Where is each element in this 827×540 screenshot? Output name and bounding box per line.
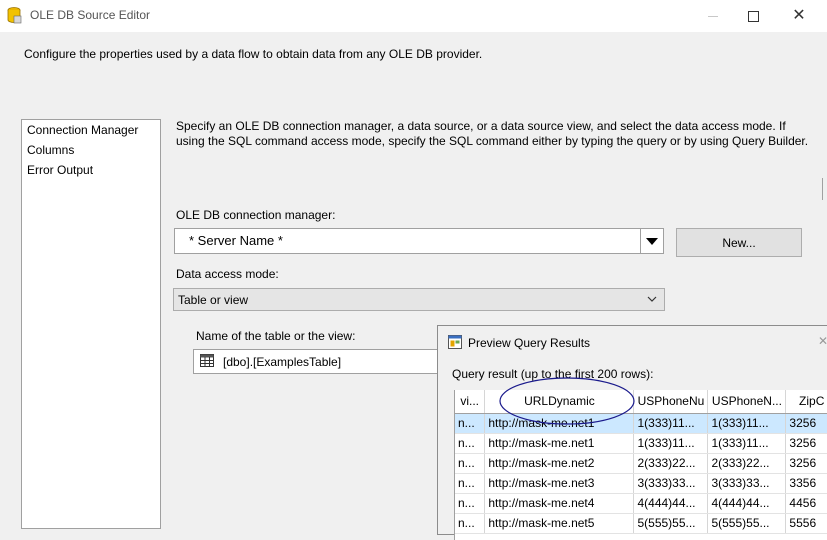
maximize-icon [747, 10, 759, 22]
annotation-ellipse [499, 377, 635, 425]
table-cell: 3256 [785, 453, 827, 474]
connection-dropdown-button[interactable] [640, 229, 663, 253]
connection-manager-value: * Server Name * [189, 233, 283, 248]
dropdown-arrow-icon [646, 237, 658, 245]
table-cell: n... [455, 513, 486, 534]
chevron-down-icon [647, 296, 657, 302]
table-cell: 4(444)44... [707, 493, 787, 514]
table-name-value: [dbo].[ExamplesTable] [223, 355, 342, 369]
close-icon: ✕ [792, 7, 806, 24]
editor-description: Configure the properties used by a data … [24, 47, 483, 61]
table-cell: 3256 [785, 433, 827, 454]
table-row[interactable]: n... http://mask-me.net2 2(333)22... 2(333)… [455, 453, 827, 474]
preview-query-results-dialog: Preview Query Results ✕ Query result (up… [437, 325, 827, 540]
close-icon: ✕ [818, 334, 827, 348]
nav-item-connection-manager[interactable]: Connection Manager [27, 123, 138, 137]
table-cell: 5556 [785, 513, 827, 534]
table-cell: 3356 [785, 473, 827, 494]
window-title: OLE DB Source Editor [30, 8, 151, 22]
table-cell: http://mask-me.net1 [484, 433, 635, 454]
table-cell: 1(333)11... [633, 433, 709, 454]
column-header[interactable]: USPhoneNu [633, 390, 709, 414]
table-row[interactable]: n... http://mask-me.net5 5(555)55... 5(555)… [455, 513, 827, 534]
table-cell: 5(555)55... [707, 513, 787, 534]
instructions-text: Specify an OLE DB connection manager, a … [176, 119, 809, 148]
window-edge [822, 178, 827, 200]
preview-title: Preview Query Results [468, 336, 591, 350]
data-access-mode-label: Data access mode: [176, 267, 279, 281]
nav-panel: Connection Manager Columns Error Output [21, 119, 161, 529]
table-cell: n... [455, 473, 486, 494]
title-bar: OLE DB Source Editor ✕ [0, 0, 827, 32]
table-row[interactable]: n... http://mask-me.net3 3(333)33... 3(333)… [455, 473, 827, 494]
table-cell: 4(444)44... [633, 493, 709, 514]
column-header[interactable]: ZipC [785, 390, 827, 414]
table-cell: 3(333)33... [707, 473, 787, 494]
table-cell: http://mask-me.net2 [484, 453, 635, 474]
results-body: n... http://mask-me.net1 1(333)11... 1(333)… [455, 413, 827, 534]
table-cell: 4456 [785, 493, 827, 514]
table-cell: n... [455, 453, 486, 474]
table-cell: 1(333)11... [707, 413, 787, 434]
table-cell: http://mask-me.net5 [484, 513, 635, 534]
table-row[interactable]: n... http://mask-me.net4 4(444)44... 4(444)… [455, 493, 827, 514]
database-icon [7, 7, 22, 24]
nav-item-error-output[interactable]: Error Output [27, 163, 93, 177]
table-icon [200, 354, 214, 367]
table-cell: n... [455, 433, 486, 454]
minimize-icon [708, 15, 718, 17]
table-cell: n... [455, 493, 486, 514]
table-cell: 3256 [785, 413, 827, 434]
table-cell: http://mask-me.net4 [484, 493, 635, 514]
table-name-label: Name of the table or the view: [196, 329, 356, 343]
preview-window-icon [448, 335, 462, 349]
connection-manager-label: OLE DB connection manager: [176, 208, 336, 222]
data-access-mode-value: Table or view [178, 293, 249, 307]
nav-item-columns[interactable]: Columns [27, 143, 74, 157]
table-cell: n... [455, 413, 486, 434]
data-access-mode-select[interactable]: Table or view [173, 288, 665, 311]
column-header[interactable]: vi... [455, 390, 486, 414]
column-header[interactable]: USPhoneN... [707, 390, 787, 414]
table-cell: 3(333)33... [633, 473, 709, 494]
table-cell: 2(333)22... [707, 453, 787, 474]
table-name-field[interactable]: [dbo].[ExamplesTable] [193, 349, 443, 374]
preview-close-button[interactable]: ✕ [818, 334, 827, 348]
connection-manager-combo[interactable]: * Server Name * [174, 228, 664, 254]
maximize-button[interactable] [730, 0, 776, 32]
table-cell: http://mask-me.net3 [484, 473, 635, 494]
table-cell: 2(333)22... [633, 453, 709, 474]
table-cell: 1(333)11... [633, 413, 709, 434]
table-cell: 1(333)11... [707, 433, 787, 454]
new-connection-button[interactable]: New... [676, 228, 802, 257]
table-cell: 5(555)55... [633, 513, 709, 534]
table-row[interactable]: n... http://mask-me.net1 1(333)11... 1(333)… [455, 433, 827, 454]
close-button[interactable]: ✕ [776, 0, 822, 32]
